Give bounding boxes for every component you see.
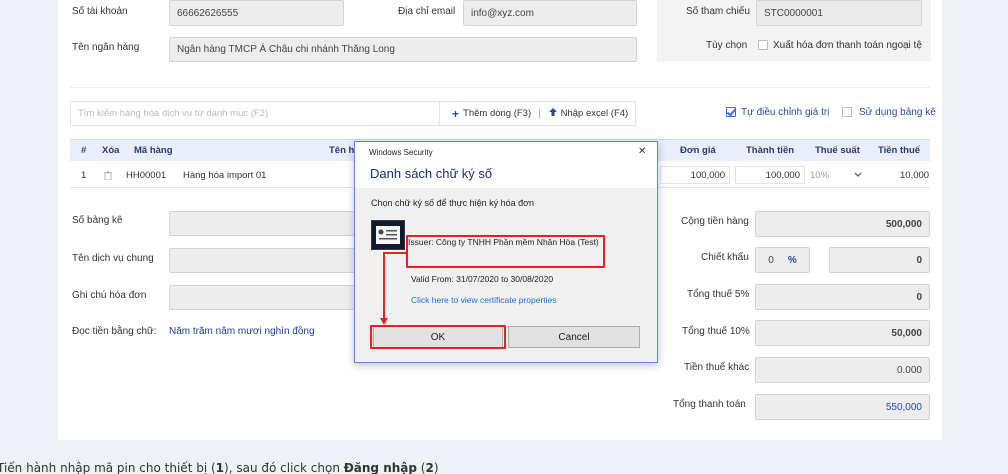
reference-input[interactable]: STC0000001 (756, 0, 922, 26)
row-index: 1 (81, 169, 87, 181)
add-row-button[interactable]: Thêm dòng (F3) (463, 108, 531, 119)
dialog-window-title: Windows Security (369, 148, 433, 157)
annotation-line (383, 252, 406, 254)
account-input[interactable]: 66662626555 (169, 0, 344, 26)
use-list-label: Sử dụng bảng kê (859, 107, 936, 118)
foreign-invoice-label: Xuất hóa đơn thanh toán ngoại tệ (773, 40, 922, 51)
list-no-input[interactable] (169, 211, 359, 236)
row-unit-price[interactable]: 100,000 (660, 166, 730, 184)
grand-total-value: 550,000 (755, 394, 930, 420)
product-search-input[interactable]: Tìm kiếm hàng hóa dịch vụ từ danh mục (F… (70, 101, 440, 126)
certificate-icon (371, 220, 405, 250)
service-name-input[interactable] (169, 248, 359, 273)
service-name-label: Tên dịch vụ chung (72, 253, 154, 264)
bank-label: Tên ngân hàng (72, 42, 140, 53)
dialog-heading: Danh sách chữ ký số (370, 166, 493, 181)
ok-highlight (370, 325, 506, 349)
upload-icon (548, 107, 558, 120)
toolbar-separator: | (538, 108, 541, 119)
import-excel-button[interactable]: Nhập excel (F4) (561, 108, 629, 119)
auto-adjust-label: Tự điều chỉnh giá trị (741, 107, 830, 118)
chevron-down-icon (854, 170, 862, 181)
col-delete: Xóa (102, 144, 120, 156)
auto-adjust-checkbox[interactable] (726, 107, 736, 117)
col-code: Mã hàng (134, 144, 173, 156)
cancel-button[interactable]: Cancel (508, 326, 640, 348)
cert-properties-link[interactable]: Click here to view certificate propertie… (411, 295, 557, 305)
dialog-instruction: Chọn chữ ký số để thực hiện ký hóa đơn (371, 198, 535, 208)
option-label: Tùy chọn (706, 40, 748, 51)
tax-rate-select[interactable]: 10% (808, 166, 866, 184)
caption-step-1: 1 (215, 461, 225, 474)
tax5-label: Tổng thuế 5% (687, 289, 750, 300)
goods-total-label: Cộng tiền hàng (681, 216, 749, 227)
col-tax: Tiền thuế (878, 144, 921, 156)
tax10-label: Tổng thuế 10% (682, 326, 750, 337)
reference-label: Số tham chiếu (686, 6, 750, 17)
use-list-checkbox[interactable] (842, 107, 852, 117)
bank-input[interactable]: Ngân hàng TMCP Á Châu chi nhánh Thăng Lo… (169, 37, 637, 62)
email-input[interactable]: info@xyz.com (463, 0, 637, 26)
list-no-label: Số bảng kê (72, 215, 123, 226)
email-label: Địa chỉ email (398, 6, 456, 17)
trash-icon[interactable] (104, 166, 112, 184)
row-amount[interactable]: 100,000 (735, 166, 805, 184)
col-tax-rate: Thuế suất (815, 144, 860, 156)
caption-part: Tiến hành nhập mã pin cho thiết bị ( (0, 461, 216, 474)
col-index: # (81, 144, 87, 156)
row-name: Hàng hóa import 01 (183, 169, 267, 181)
caption-step-2: 2 (425, 461, 434, 474)
discount-value[interactable]: 0 (829, 247, 930, 273)
tax10-value: 50,000 (755, 320, 930, 346)
tax5-value: 0 (755, 284, 930, 310)
discount-label: Chiết khấu (701, 252, 749, 263)
caption-part: ), sau đó click chọn (224, 461, 344, 474)
row-code: HH00001 (126, 169, 167, 181)
caption-part: ) (433, 461, 439, 474)
goods-total-value: 500,000 (755, 211, 930, 237)
instruction-caption: Tiến hành nhập mã pin cho thiết bị (1), … (0, 461, 439, 474)
other-tax-value[interactable]: 0.000 (755, 357, 930, 383)
grand-total-label: Tổng thanh toán (673, 399, 746, 410)
col-amount: Thành tiền (746, 144, 795, 156)
percent-symbol: % (787, 254, 797, 266)
cert-valid-from: Valid From: 31/07/2020 to 30/08/2020 (411, 274, 554, 284)
annotation-line (383, 252, 385, 320)
amount-words-label: Đọc tiền bằng chữ: (72, 326, 157, 337)
foreign-invoice-checkbox[interactable] (758, 40, 768, 50)
discount-pct-value: 0 (768, 254, 774, 266)
account-label: Số tài khoản (72, 6, 128, 17)
amount-words-value: Năm trăm năm mươi nghìn đồng (169, 326, 315, 337)
other-tax-label: Tiền thuế khác (684, 362, 750, 373)
toolbar-actions: + Thêm dòng (F3) | Nhập excel (F4) (440, 101, 636, 126)
invoice-note-input[interactable] (169, 285, 359, 310)
caption-login: Đăng nhập (343, 461, 417, 474)
row-tax: 10,000 (900, 169, 930, 181)
plus-icon: + (452, 106, 460, 121)
row-tax-rate: 10% (810, 169, 830, 181)
invoice-note-label: Ghi chú hóa đơn (72, 290, 147, 301)
col-unit-price: Đơn giá (680, 144, 716, 156)
close-icon[interactable]: ✕ (638, 146, 646, 157)
issuer-highlight (406, 235, 605, 268)
discount-pct-input[interactable]: 0 % (755, 247, 810, 273)
arrow-down-icon (380, 318, 388, 325)
divider (70, 87, 930, 88)
